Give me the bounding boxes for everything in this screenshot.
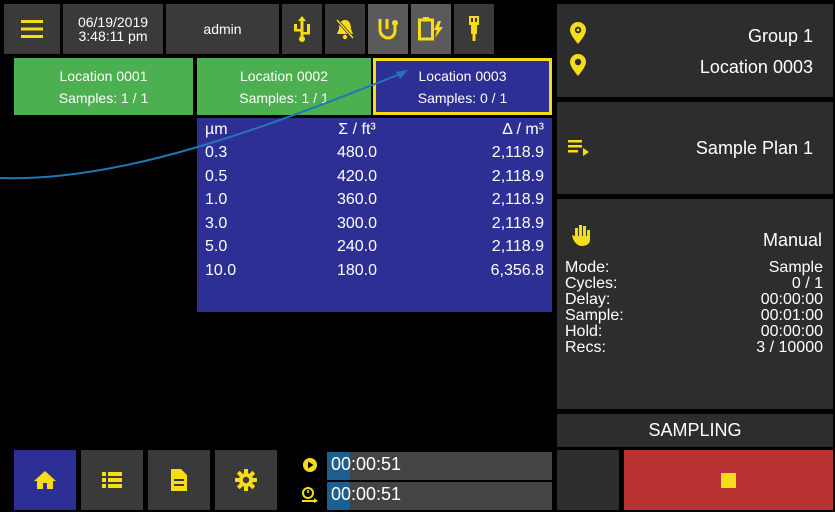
date-time-display: 06/19/2019 3:48:11 pm — [63, 4, 163, 54]
group-name: Group 1 — [747, 26, 813, 46]
table-row: 10.0 180.0 6,356.8 — [197, 259, 552, 283]
alarm-off-button[interactable] — [325, 4, 365, 54]
info-row-mode: Mode: Sample — [565, 259, 823, 276]
usb-button[interactable] — [282, 4, 322, 54]
table-row: 5.0 240.0 2,118.9 — [197, 236, 552, 260]
info-row-hold: Hold: 00:00:00 — [565, 323, 823, 340]
cumulative-cell: 300.0 — [336, 214, 378, 232]
differential-cell: 2,118.9 — [491, 238, 544, 256]
alarm-off-icon — [335, 19, 355, 40]
group-location-panel — [557, 4, 833, 97]
countdown-timer-icon — [302, 487, 318, 503]
control-mode: Manual — [762, 230, 822, 250]
info-label: Cycles: — [565, 275, 618, 292]
info-value: 00:00:00 — [760, 291, 823, 308]
info-label: Recs: — [565, 339, 606, 356]
playlist-icon — [568, 140, 589, 156]
size-cell: 3.0 — [205, 214, 228, 232]
gear-icon — [235, 469, 257, 491]
differential-cell: 6,356.8 — [490, 261, 544, 279]
light-icon — [469, 16, 479, 41]
size-cell: 10.0 — [205, 261, 237, 279]
annotation-arrow — [0, 70, 408, 180]
info-label: Hold: — [565, 323, 603, 340]
vacuum-button[interactable] — [368, 4, 408, 54]
sample-plan-name: Sample Plan 1 — [695, 138, 813, 158]
elapsed-timer-bar: 00:00:51 — [327, 452, 552, 480]
stop-icon — [721, 472, 736, 488]
info-label: Mode: — [565, 259, 610, 276]
usb-icon — [294, 16, 310, 42]
home-button[interactable] — [14, 450, 76, 510]
home-icon — [34, 471, 56, 489]
user-name: admin — [203, 21, 242, 37]
settings-button[interactable] — [215, 450, 277, 510]
differential-cell: 2,118.9 — [491, 214, 544, 232]
size-cell: 5.0 — [205, 238, 228, 256]
location-name-display: Location 0003 — [699, 57, 813, 77]
vacuum-icon — [378, 19, 398, 40]
size-cell: 1.0 — [205, 191, 228, 209]
info-value: 00:00:00 — [760, 323, 823, 340]
status-banner: SAMPLING — [557, 414, 833, 447]
info-value: 00:01:00 — [760, 307, 823, 324]
info-label: Sample: — [565, 307, 624, 324]
elapsed-timer-text: 00:00:51 — [331, 454, 402, 474]
battery-button[interactable] — [411, 4, 451, 54]
table-row: 3.0 300.0 2,118.9 — [197, 212, 552, 236]
document-icon — [171, 469, 187, 491]
remaining-timer-text: 00:00:51 — [331, 484, 402, 504]
differential-cell: 2,118.9 — [491, 191, 544, 209]
date-text: 06/19/2019 — [77, 14, 149, 30]
play-timer-icon — [303, 458, 317, 472]
list-view-button[interactable] — [81, 450, 143, 510]
group-pin-icon — [570, 22, 586, 44]
info-label: Delay: — [565, 291, 611, 308]
location-name: Location 0003 — [418, 67, 507, 84]
battery-charging-icon — [418, 17, 443, 41]
info-value: 3 / 10000 — [756, 339, 823, 356]
info-row-recs: Recs: 3 / 10000 — [565, 339, 823, 356]
menu-button[interactable] — [4, 4, 60, 54]
bottom-spacer — [557, 450, 619, 510]
info-value: 0 / 1 — [791, 275, 823, 292]
stop-button[interactable] — [624, 450, 833, 510]
info-row-cycles: Cycles: 0 / 1 — [565, 275, 823, 292]
differential-cell: 2,118.9 — [491, 167, 544, 185]
status-text: SAMPLING — [648, 420, 742, 440]
info-value: Sample — [768, 259, 823, 276]
differential-cell: 2,118.9 — [491, 144, 544, 162]
cumulative-cell: 240.0 — [336, 238, 378, 256]
time-text: 3:48:11 pm — [78, 28, 148, 44]
column-header-differential: Δ / m³ — [502, 120, 544, 138]
light-button[interactable] — [454, 4, 494, 54]
menu-icon — [21, 20, 43, 38]
info-row-delay: Delay: 00:00:00 — [565, 291, 823, 308]
location-pin-icon — [570, 54, 586, 76]
location-samples: Samples: 0 / 1 — [417, 89, 508, 106]
info-row-sample: Sample: 00:01:00 — [565, 307, 823, 324]
user-display[interactable]: admin — [166, 4, 279, 54]
table-row: 1.0 360.0 2,118.9 — [197, 189, 552, 213]
list-icon — [102, 472, 122, 488]
cumulative-cell: 360.0 — [336, 191, 378, 209]
manual-hand-icon — [572, 225, 590, 246]
cumulative-cell: 180.0 — [336, 261, 378, 279]
remaining-timer-bar: 00:00:51 — [327, 482, 552, 510]
report-button[interactable] — [148, 450, 210, 510]
